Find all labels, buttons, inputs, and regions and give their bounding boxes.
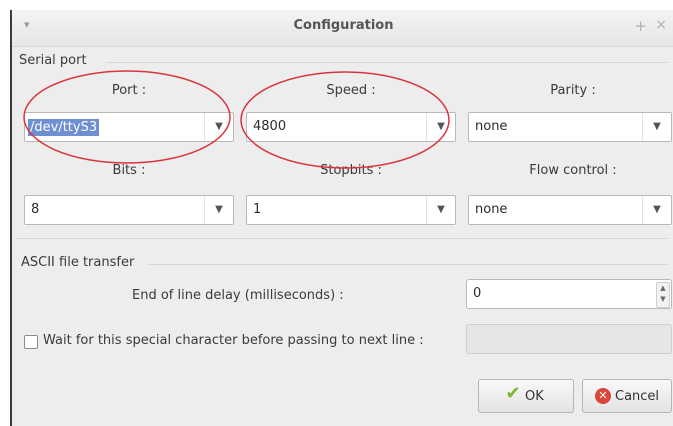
section-divider — [17, 238, 667, 239]
chevron-down-icon[interactable]: ▼ — [204, 196, 233, 224]
ascii-transfer-section-title: ASCII file transfer — [21, 255, 135, 270]
cancel-button-label: Cancel — [615, 389, 660, 404]
port-value: /dev/ttyS3 — [28, 119, 100, 136]
chevron-down-icon[interactable]: ▼ — [204, 113, 233, 141]
chevron-down-icon[interactable]: ▼ — [642, 113, 671, 141]
stopbits-label: Stopbits : — [320, 163, 382, 178]
title-bar: ▾ Configuration + × — [12, 10, 673, 47]
chevron-down-icon[interactable]: ▼ — [426, 196, 455, 224]
maximize-icon[interactable]: + — [634, 17, 647, 35]
eol-delay-spinbox[interactable]: 0 ▲ ▼ — [466, 279, 672, 309]
stopbits-combobox[interactable]: 1 ▼ — [246, 195, 456, 225]
flow-control-value: none — [475, 202, 508, 217]
eol-delay-label: End of line delay (milliseconds) : — [132, 288, 344, 303]
speed-value: 4800 — [253, 119, 287, 134]
check-icon: ✔ — [505, 383, 521, 404]
speed-combobox[interactable]: 4800 ▼ — [246, 112, 456, 142]
speed-label: Speed : — [326, 83, 376, 98]
wait-char-checkbox[interactable] — [24, 335, 38, 349]
chevron-down-icon[interactable]: ▼ — [426, 113, 455, 141]
parity-label: Parity : — [550, 83, 596, 98]
section-divider — [149, 264, 667, 265]
close-icon[interactable]: × — [655, 17, 667, 33]
parity-combobox[interactable]: none ▼ — [468, 112, 672, 142]
chevron-down-icon[interactable]: ▼ — [642, 196, 671, 224]
flow-control-combobox[interactable]: none ▼ — [468, 195, 672, 225]
port-combobox[interactable]: /dev/ttyS3 ▼ — [24, 112, 234, 142]
wait-char-field — [466, 324, 672, 354]
ok-button-label: OK — [525, 389, 544, 404]
section-divider — [107, 62, 667, 63]
parity-value: none — [475, 119, 508, 134]
flow-control-label: Flow control : — [529, 163, 617, 178]
configuration-dialog: ▾ Configuration + × Serial port Port : S… — [10, 10, 673, 426]
bits-label: Bits : — [112, 163, 146, 178]
serial-port-section-title: Serial port — [19, 53, 87, 68]
port-label: Port : — [111, 83, 147, 98]
cancel-icon: ✕ — [595, 388, 611, 404]
cancel-button[interactable]: ✕ Cancel — [582, 379, 672, 413]
eol-delay-value: 0 — [473, 286, 482, 301]
bits-combobox[interactable]: 8 ▼ — [24, 195, 234, 225]
wait-char-label: Wait for this special character before p… — [43, 333, 424, 348]
ok-button[interactable]: ✔ OK — [478, 379, 574, 413]
window-title: Configuration — [293, 18, 394, 33]
stopbits-value: 1 — [253, 202, 262, 217]
spin-arrows-icon[interactable]: ▲ ▼ — [656, 282, 670, 308]
bits-value: 8 — [31, 202, 40, 217]
